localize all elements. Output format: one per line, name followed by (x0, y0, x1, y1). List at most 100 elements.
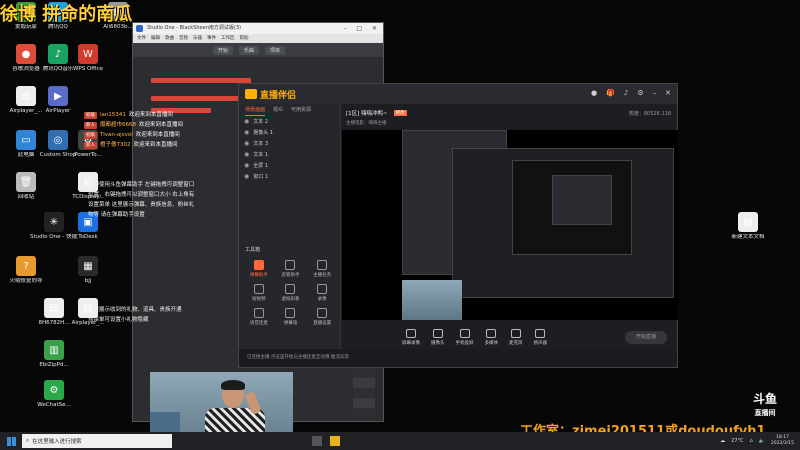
tool-label: 直播设置 (313, 321, 332, 326)
bell-icon[interactable]: ♪ (624, 89, 628, 97)
tool-item[interactable]: 弹幕助手 (243, 260, 275, 278)
webcam-person-hair (221, 380, 245, 390)
desktop-icon[interactable]: ? 火绒修复向导 (2, 256, 50, 285)
control-button[interactable]: 手机投屏 (456, 329, 474, 346)
studio-title-bar[interactable]: Studio One - BlackSheen南方调试版(3) – □ ✕ (133, 23, 383, 34)
desktop-icon[interactable]: ⚙ WeChatSe... (30, 380, 78, 409)
source-label: 窗口 1 (253, 174, 269, 180)
live-companion-window[interactable]: 直播伴侣 ● 🎁 ♪ ⚙ – ✕ 场景画面 观众 可用资源 ◉ 文本 2 ◉ 摄像头 1 ◉… (238, 83, 678, 368)
tool-item[interactable]: 弹幕墙 (275, 308, 307, 326)
desktop-icon-label: 回收站 (17, 194, 35, 200)
toolbar-button[interactable]: 项目 (265, 45, 286, 55)
control-label: 摄像头 (431, 341, 445, 346)
source-item[interactable]: ◉ 全屏 1 (239, 160, 340, 171)
control-button[interactable]: 摄像头 (431, 329, 445, 346)
avatar[interactable]: ● (591, 89, 597, 97)
source-item[interactable]: ◉ 文本 1 (239, 149, 340, 160)
visibility-icon[interactable]: ◉ (244, 151, 249, 158)
stream-preview[interactable] (342, 130, 678, 320)
desktop-icon[interactable]: ▤ 新建文本文档 (724, 212, 772, 241)
tab-0[interactable]: 场景画面 (245, 104, 266, 116)
live-window-controls[interactable]: ● 🎁 ♪ ⚙ – ✕ (591, 89, 671, 97)
desktop-icon[interactable]: 🗑 回收站 (2, 172, 50, 201)
search-placeholder: 在这里输入进行搜索 (32, 439, 82, 445)
network-icon[interactable]: ⌂ (750, 438, 753, 444)
desktop-icon-label: PowerTo... (74, 152, 102, 158)
desktop-icon[interactable]: W WPS Office (64, 44, 112, 73)
control-button[interactable]: 屏幕录像 (402, 329, 420, 346)
edit-room-button[interactable]: 修改 (393, 110, 407, 116)
clock[interactable]: 18:17 2022/3/15 (771, 435, 794, 447)
danmaku-chat: 初级 lan15341 欢迎来到本直播间 新人 魔都超市6668 欢迎来到本直播间 初级 Ti… (84, 110, 234, 150)
menu-item[interactable]: 文件 (137, 36, 146, 41)
source-item[interactable]: ◉ 窗口 1 (239, 171, 340, 182)
gift-icon[interactable]: 🎁 (606, 89, 615, 97)
start-button[interactable] (0, 432, 22, 450)
control-button[interactable]: 扬声器 (534, 329, 547, 346)
menu-item[interactable]: 工作区 (221, 36, 235, 41)
tab-1[interactable]: 观众 (273, 104, 283, 116)
app-icon: ✳ (44, 212, 64, 232)
visibility-icon[interactable]: ◉ (244, 173, 249, 180)
chat-username: 魔都超市6668 (100, 122, 136, 128)
windows-icon (6, 436, 16, 446)
tool-icon (285, 260, 296, 270)
stream-title: 徐博 拼命的南瓜 (0, 4, 133, 25)
live-header[interactable]: 直播伴侣 ● 🎁 ♪ ⚙ – ✕ (239, 84, 677, 104)
tool-item[interactable]: 直播设置 (306, 308, 338, 326)
tool-item[interactable]: 主播任务 (306, 260, 338, 278)
source-item[interactable]: ◉ 文本 3 (239, 138, 340, 149)
douyu-brand: 斗鱼 (752, 392, 777, 406)
room-info-bar: [1区] 嗨嗨冲鸭~ 修改 热度：8052K 118 (342, 104, 677, 122)
tool-item[interactable]: 录像 (306, 284, 338, 302)
desktop-icon[interactable]: ▦ bjj (64, 256, 112, 285)
visibility-icon[interactable]: ◉ (244, 118, 249, 125)
desktop-icon[interactable]: ▥ EbiZipPd... (30, 340, 78, 369)
menu-item[interactable]: 事件 (207, 36, 216, 41)
settings-icon[interactable]: ⚙ (637, 89, 643, 97)
app-icon: ● (16, 44, 36, 64)
menu-item[interactable]: 乐器 (193, 36, 202, 41)
source-item[interactable]: ◉ 文本 2 (239, 116, 340, 127)
control-label: 多媒体 (484, 341, 499, 346)
menu-item[interactable]: 编辑 (151, 36, 160, 41)
taskbar-app-icon[interactable] (330, 436, 340, 446)
visibility-icon[interactable]: ◉ (244, 140, 249, 147)
audio-track[interactable] (151, 96, 251, 101)
toolbar-button[interactable]: 乐曲 (239, 45, 260, 55)
menu-item[interactable]: 帮助 (240, 36, 249, 41)
control-button[interactable]: 麦克风 (509, 329, 523, 346)
taskbar-app-icon[interactable] (312, 436, 322, 446)
window-controls[interactable]: – □ ✕ (343, 23, 381, 34)
tool-item[interactable]: 虚拟形象 (275, 284, 307, 302)
chat-text: 欢迎来到本直播间 (133, 142, 178, 148)
chat-text: 欢迎来到本直播间 (128, 112, 173, 118)
visibility-icon[interactable]: ◉ (244, 129, 249, 136)
control-button[interactable]: 多媒体 (484, 329, 499, 346)
menu-item[interactable]: 音频 (179, 36, 188, 41)
volume-icon[interactable]: 🔈 (759, 438, 765, 444)
tool-item[interactable]: 语音连麦 (243, 308, 275, 326)
douyu-sub: 直播间 (754, 409, 776, 417)
tool-label: 虚拟形象 (281, 297, 300, 302)
audio-track[interactable] (151, 78, 251, 83)
source-item[interactable]: ◉ 摄像头 1 (239, 127, 340, 138)
visibility-icon[interactable]: ◉ (244, 162, 249, 169)
tool-icon (285, 308, 296, 318)
live-logo-icon (245, 89, 257, 99)
nested-preview-deep (552, 175, 612, 225)
desktop-icon[interactable]: ▶ AirPlayer (34, 86, 82, 115)
weather-icon[interactable]: ☁ (720, 438, 725, 444)
minimize-icon[interactable]: – (653, 89, 657, 97)
close-icon[interactable]: ✕ (665, 89, 671, 97)
toolbar-button[interactable]: 开始 (213, 45, 234, 55)
app-icon: ▶ (48, 86, 68, 106)
tool-item[interactable]: 房管助手 (275, 260, 307, 278)
taskbar-search[interactable]: ⌕ 在这里输入进行搜索 (22, 434, 172, 448)
menu-item[interactable]: 歌曲 (165, 36, 174, 41)
start-live-button[interactable]: 开始直播 (625, 331, 667, 344)
tool-label: 房管助手 (281, 273, 300, 278)
desktop-icon-label: bjj (84, 278, 92, 284)
tool-item[interactable]: 短视频 (243, 284, 275, 302)
tab-2[interactable]: 可用资源 (291, 104, 311, 116)
